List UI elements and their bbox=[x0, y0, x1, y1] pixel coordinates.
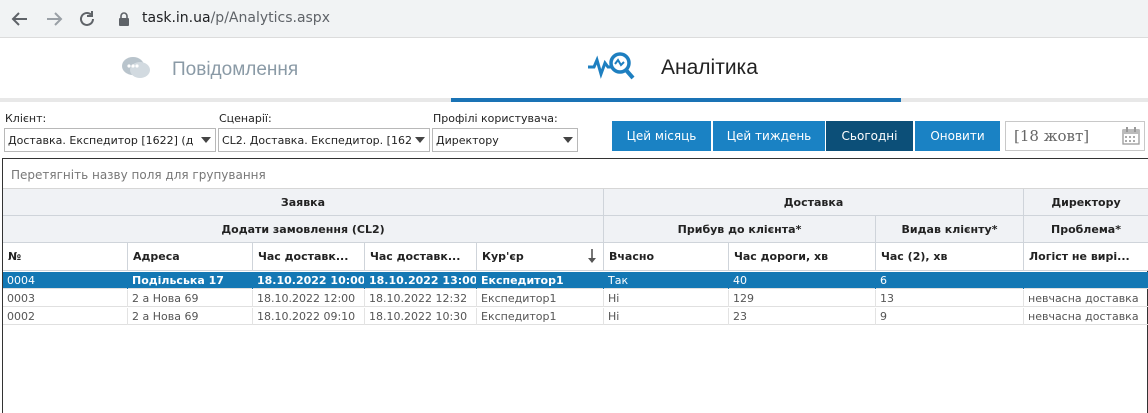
column-header-courier[interactable]: Кур'єр bbox=[477, 243, 604, 271]
profile-select-value: Директору bbox=[436, 134, 499, 147]
cell-number: 0002 bbox=[3, 308, 128, 325]
cell-logist: невчасна доставка bbox=[1024, 308, 1148, 325]
table-row[interactable]: 0002 2 а Нова 69 18.10.2022 09:10 18.10.… bbox=[3, 308, 1148, 325]
cell-number: 0004 bbox=[3, 272, 128, 289]
forward-arrow-icon[interactable] bbox=[42, 7, 66, 31]
tab-analytics-label: Аналітика bbox=[661, 56, 758, 79]
client-select-value: Доставка. Експедитор [1622] (д bbox=[8, 134, 194, 147]
app-header: Повідомлення Аналітика bbox=[0, 38, 1148, 102]
cell-address: 2 а Нова 69 bbox=[128, 308, 253, 325]
cell-courier: Експедитор1 bbox=[477, 290, 604, 307]
profile-select[interactable]: Директору bbox=[432, 128, 578, 152]
cell-address: 2 а Нова 69 bbox=[128, 290, 253, 307]
cell-on-time: Так bbox=[604, 272, 729, 289]
tab-analytics[interactable]: Аналітика bbox=[451, 38, 901, 102]
cell-delivery-time-1: 18.10.2022 12:00 bbox=[253, 290, 365, 307]
column-header-delivery-time-2[interactable]: Час доставк... bbox=[365, 243, 477, 271]
subband-add-order: Додати замовлення (CL2) bbox=[3, 216, 604, 243]
group-hint: Перетягніть назву поля для групування bbox=[11, 168, 266, 182]
cell-courier: Експедитор1 bbox=[477, 272, 604, 289]
chat-bubbles-icon bbox=[120, 54, 152, 86]
cell-logist: невчасна доставка bbox=[1024, 290, 1148, 307]
band-director: Директору bbox=[1024, 189, 1148, 216]
this-week-button[interactable]: Цей тиждень bbox=[713, 121, 825, 151]
scenario-label: Сценарії: bbox=[219, 112, 272, 125]
reload-icon[interactable] bbox=[75, 7, 99, 31]
cell-address: Подільська 17 bbox=[128, 272, 253, 289]
cell-road-time: 40 bbox=[729, 272, 876, 289]
column-header-time-2[interactable]: Час (2), хв bbox=[876, 243, 1024, 271]
today-button[interactable]: Сьогодні bbox=[826, 121, 913, 151]
scenario-select-value: CL2. Доставка. Експедитор. [162 bbox=[222, 134, 412, 147]
band-request: Заявка bbox=[3, 189, 604, 216]
subband-problem: Проблема* bbox=[1024, 216, 1148, 243]
cell-road-time: 23 bbox=[729, 308, 876, 325]
client-select[interactable]: Доставка. Експедитор [1622] (д bbox=[4, 128, 216, 152]
dropdown-arrow-icon bbox=[559, 129, 577, 151]
date-value: [18 жовт] bbox=[1014, 127, 1090, 145]
calendar-icon[interactable] bbox=[1122, 127, 1140, 149]
back-arrow-icon[interactable] bbox=[8, 7, 32, 31]
cell-time-2: 9 bbox=[876, 308, 1024, 325]
cell-delivery-time-1: 18.10.2022 10:00 bbox=[253, 272, 365, 289]
profile-label: Профілі користувача: bbox=[433, 112, 558, 125]
column-header-logist[interactable]: Логіст не вирі... bbox=[1024, 243, 1148, 271]
cell-time-2: 13 bbox=[876, 290, 1024, 307]
cell-time-2: 6 bbox=[876, 272, 1024, 289]
cell-delivery-time-1: 18.10.2022 09:10 bbox=[253, 308, 365, 325]
group-panel[interactable]: Перетягніть назву поля для групування bbox=[3, 159, 1148, 189]
column-header-delivery-time-1[interactable]: Час доставк... bbox=[253, 243, 365, 271]
tab-messages[interactable]: Повідомлення bbox=[120, 38, 450, 102]
refresh-button[interactable]: Оновити bbox=[915, 121, 1000, 151]
scenario-select[interactable]: CL2. Доставка. Експедитор. [162 bbox=[218, 128, 430, 152]
lock-icon bbox=[118, 11, 130, 30]
table-row[interactable]: 0003 2 а Нова 69 18.10.2022 12:00 18.10.… bbox=[3, 290, 1148, 307]
cell-road-time: 129 bbox=[729, 290, 876, 307]
tab-messages-label: Повідомлення bbox=[172, 59, 299, 80]
address-bar[interactable]: task.in.ua/p/Analytics.aspx bbox=[106, 4, 1148, 34]
url-text: task.in.ua/p/Analytics.aspx bbox=[142, 10, 330, 26]
cell-number: 0003 bbox=[3, 290, 128, 307]
cell-on-time: Ні bbox=[604, 290, 729, 307]
cell-logist bbox=[1024, 272, 1148, 289]
dropdown-arrow-icon bbox=[197, 129, 215, 151]
cell-delivery-time-2: 18.10.2022 13:00 bbox=[365, 272, 477, 289]
column-header-number[interactable]: № bbox=[3, 243, 128, 271]
cell-delivery-time-2: 18.10.2022 10:30 bbox=[365, 308, 477, 325]
subband-arrival: Прибув до клієнта* bbox=[604, 216, 876, 243]
client-label: Клієнт: bbox=[5, 112, 47, 125]
analytics-grid: Перетягніть назву поля для групування За… bbox=[2, 158, 1148, 413]
analytics-magnifier-icon bbox=[587, 50, 635, 86]
column-header-address[interactable]: Адреса bbox=[128, 243, 253, 271]
cell-courier: Експедитор1 bbox=[477, 308, 604, 325]
dropdown-arrow-icon bbox=[411, 129, 429, 151]
cell-delivery-time-2: 18.10.2022 12:32 bbox=[365, 290, 477, 307]
sort-descending-icon bbox=[587, 249, 597, 267]
band-delivery: Доставка bbox=[604, 189, 1024, 216]
date-input[interactable]: [18 жовт] bbox=[1005, 121, 1145, 151]
cell-on-time: Ні bbox=[604, 308, 729, 325]
column-header-road-time[interactable]: Час дороги, хв bbox=[729, 243, 876, 271]
browser-toolbar: task.in.ua/p/Analytics.aspx bbox=[0, 0, 1148, 38]
column-header-courier-label: Кур'єр bbox=[482, 250, 524, 263]
subband-handed: Видав клієнту* bbox=[876, 216, 1024, 243]
this-month-button[interactable]: Цей місяць bbox=[612, 121, 711, 151]
table-row[interactable]: 0004 Подільська 17 18.10.2022 10:00 18.1… bbox=[3, 272, 1148, 289]
column-header-on-time[interactable]: Вчасно bbox=[604, 243, 729, 271]
